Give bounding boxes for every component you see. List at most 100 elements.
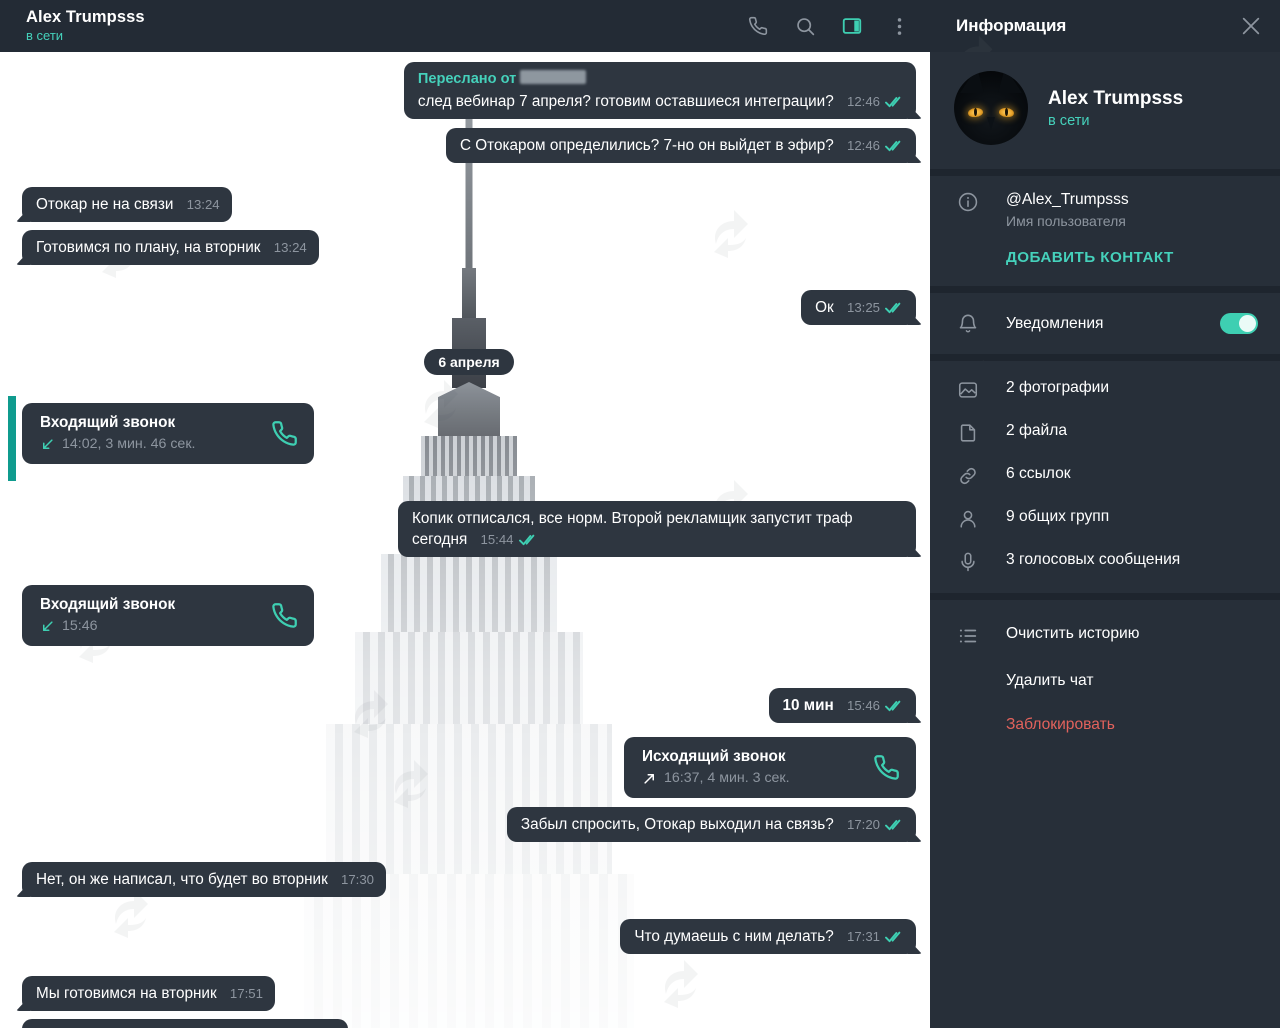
message-row: Переслано от след вебинар 7 апреля? гото… <box>22 62 916 119</box>
info-panel-icon[interactable] <box>839 13 865 39</box>
message-text: Готовимся по плану, на вторник <box>36 239 261 256</box>
message-meta: 13:24 <box>274 237 307 258</box>
call-info: Входящий звонок 14:02, 3 мин. 46 сек. <box>40 413 195 453</box>
message-text: Ок <box>815 299 834 316</box>
notifications-section: Уведомления <box>930 293 1280 354</box>
message-time: 17:20 <box>846 817 880 832</box>
message-row: Входящий звонок 15:46 <box>22 585 916 646</box>
media-row-voice[interactable]: 3 голосовых сообщения <box>930 540 1280 583</box>
message-text: Забыл спросить, Отокар выходил на связь? <box>520 816 834 833</box>
media-row-groups[interactable]: 9 общих групп <box>930 497 1280 540</box>
date-separator-row: 6 апреля <box>22 349 916 375</box>
section-divider <box>930 354 1280 361</box>
telegram-window: Alex Trumpsss в сети Переслано от след в… <box>0 0 1280 1028</box>
phone-icon[interactable] <box>745 13 771 39</box>
message-meta: 13:24 <box>187 194 220 215</box>
message-bubble[interactable]: Что думаешь с ним делать? 17:31 <box>620 919 916 954</box>
clear-history-button[interactable]: Очистить историю <box>930 612 1280 659</box>
username-row[interactable]: @Alex_Trumpsss Имя пользователя <box>930 176 1280 245</box>
clear-history-label: Очистить историю <box>1006 625 1140 642</box>
message-bubble[interactable]: Ок 13:25 <box>801 290 916 325</box>
call-title: Исходящий звонок <box>642 748 786 765</box>
message-bubble[interactable]: 10 мин 15:46 <box>768 688 916 723</box>
close-icon[interactable] <box>1240 15 1262 37</box>
message-bubble-forwarded[interactable]: Переслано от след вебинар 7 апреля? гото… <box>403 62 916 119</box>
profile-section: Alex Trumpsss в сети <box>930 52 1280 169</box>
photo-icon <box>956 379 980 401</box>
username-section: @Alex_Trumpsss Имя пользователя ДОБАВИТЬ… <box>930 176 1280 286</box>
arrow-incoming-icon <box>40 619 55 634</box>
notifications-row[interactable]: Уведомления <box>930 293 1280 354</box>
read-ticks-icon <box>885 931 904 943</box>
media-label: 6 ссылок <box>1006 465 1071 482</box>
media-row-links[interactable]: 6 ссылок <box>930 454 1280 497</box>
message-list: Переслано от след вебинар 7 апреля? гото… <box>8 52 930 1028</box>
read-ticks-icon <box>885 140 904 152</box>
message-scroll-area[interactable]: Переслано от след вебинар 7 апреля? гото… <box>0 52 930 1028</box>
username-body: @Alex_Trumpsss Имя пользователя <box>1006 190 1129 231</box>
message-meta: 17:31 <box>847 926 904 947</box>
info-panel-title: Информация <box>956 16 1067 35</box>
call-message-outgoing[interactable]: Исходящий звонок 16:37, 4 мин. 3 сек. <box>624 737 916 798</box>
message-row: Что думаешь с ним делать? 17:31 <box>22 919 916 954</box>
info-panel-header: Информация <box>930 0 1280 52</box>
read-ticks-icon <box>885 700 904 712</box>
profile-status: в сети <box>1048 112 1090 129</box>
message-bubble[interactable]: Забыл спросить, Отокар выходил на связь?… <box>506 807 916 842</box>
media-label: 2 фотографии <box>1006 379 1110 396</box>
message-text: Мы готовимся на вторник <box>36 985 217 1002</box>
message-time: 13:24 <box>273 240 307 255</box>
message-row: Отокар не на связи 13:24 <box>22 187 916 222</box>
call-message-incoming[interactable]: Входящий звонок 15:46 <box>22 585 314 646</box>
chat-scrollbar[interactable] <box>8 52 16 1028</box>
search-icon[interactable] <box>792 13 818 39</box>
section-divider <box>930 286 1280 293</box>
add-contact-button[interactable]: ДОБАВИТЬ КОНТАКТ <box>930 245 1280 286</box>
call-back-phone-icon[interactable] <box>271 420 298 447</box>
message-bubble[interactable]: Мы готовимся на вторник 17:51 <box>22 976 275 1011</box>
delete-chat-button[interactable]: Удалить чат <box>930 659 1280 703</box>
message-time: 12:46 <box>846 138 880 153</box>
chat-scrollbar-thumb[interactable] <box>8 396 16 481</box>
message-bubble[interactable]: Если он не появится, то сливаю его 17:52 <box>22 1019 349 1028</box>
section-divider <box>930 593 1280 600</box>
call-subtitle: 16:37, 4 мин. 3 сек. <box>642 769 790 787</box>
call-detail: 14:02, 3 мин. 46 сек. <box>62 436 196 452</box>
call-info: Входящий звонок 15:46 <box>40 595 175 635</box>
block-user-button[interactable]: Заблокировать <box>930 703 1280 747</box>
more-vertical-icon[interactable] <box>886 13 912 39</box>
message-meta: 17:20 <box>847 814 904 835</box>
message-time: 17:30 <box>341 872 375 887</box>
media-row-files[interactable]: 2 файла <box>930 411 1280 454</box>
date-separator: 6 апреля <box>424 349 514 375</box>
read-ticks-icon <box>885 819 904 831</box>
message-time: 17:51 <box>229 986 263 1001</box>
chat-header-identity[interactable]: Alex Trumpsss в сети <box>26 8 145 44</box>
notifications-toggle[interactable] <box>1220 313 1258 334</box>
profile-header[interactable]: Alex Trumpsss в сети <box>930 52 1280 169</box>
avatar[interactable] <box>954 71 1028 145</box>
message-row: Входящий звонок 14:02, 3 мин. 46 сек. <box>22 403 916 464</box>
message-row: Ок 13:25 <box>22 290 916 325</box>
message-text: Отокар не на связи <box>36 196 174 213</box>
read-ticks-icon <box>885 302 904 314</box>
message-bubble[interactable]: Копик отписался, все норм. Второй реклам… <box>398 501 916 557</box>
message-bubble[interactable]: С Отокаром определились? 7-но он выйдет … <box>445 128 916 163</box>
media-label: 2 файла <box>1006 422 1067 439</box>
message-bubble[interactable]: Готовимся по плану, на вторник 13:24 <box>22 230 319 265</box>
message-bubble[interactable]: Нет, он же написал, что будет во вторник… <box>22 862 387 897</box>
message-time: 13:24 <box>186 197 220 212</box>
section-divider <box>930 169 1280 176</box>
call-detail: 15:46 <box>62 618 98 634</box>
message-meta: 15:44 <box>480 529 537 550</box>
call-back-phone-icon[interactable] <box>271 602 298 629</box>
read-ticks-icon <box>518 534 538 546</box>
media-row-photos[interactable]: 2 фотографии <box>930 368 1280 411</box>
call-subtitle: 15:46 <box>40 617 175 635</box>
message-bubble[interactable]: Отокар не на связи 13:24 <box>22 187 232 222</box>
file-icon <box>956 422 980 444</box>
call-back-phone-icon[interactable] <box>873 754 900 781</box>
message-meta: 17:30 <box>341 869 374 890</box>
message-row: Нет, он же написал, что будет во вторник… <box>22 862 916 897</box>
call-message-incoming[interactable]: Входящий звонок 14:02, 3 мин. 46 сек. <box>22 403 314 464</box>
